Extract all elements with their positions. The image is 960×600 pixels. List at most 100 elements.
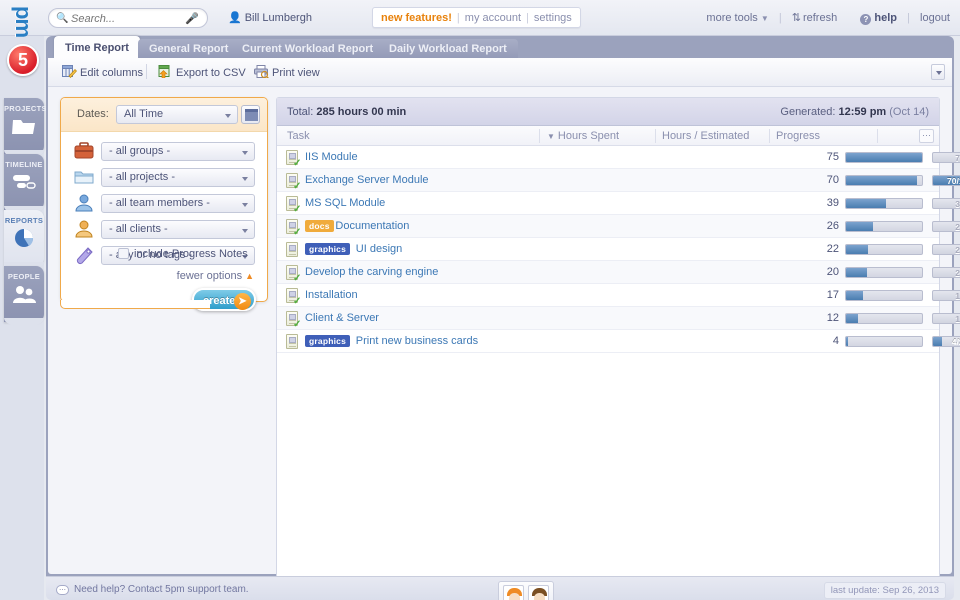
- left-nav-rail: PROJECTS TIMELINE REPORTS PEOPLE: [0, 36, 47, 600]
- hours-estimated-bar: 26: [932, 221, 960, 232]
- table-row[interactable]: ✓docsDocumentation2626100 %: [277, 215, 960, 238]
- hours-spent-bar-fill: [846, 245, 869, 254]
- logout-link[interactable]: logout: [920, 12, 950, 24]
- top-right-tools: more tools ▼ | ⇅ refresh ? help | logout: [706, 11, 950, 25]
- app-logo[interactable]: pm 5: [4, 2, 42, 94]
- task-name-link[interactable]: Exchange Server Module: [305, 174, 429, 186]
- hours-estimated-bar: 22: [932, 244, 960, 255]
- content-card: Time Report General Report Current Workl…: [46, 36, 960, 600]
- task-name-link[interactable]: IIS Module: [305, 151, 358, 163]
- task-hours-spent: 17: [826, 289, 839, 301]
- column-header-progress[interactable]: Progress: [776, 130, 820, 142]
- table-row[interactable]: graphicsPrint new business cards44/2475 …: [277, 330, 960, 353]
- table-row[interactable]: ✓Exchange Server Module7070/100100 %: [277, 169, 960, 192]
- calendar-icon[interactable]: [241, 105, 260, 124]
- task-hours-spent: 39: [826, 197, 839, 209]
- table-row[interactable]: ✓Develop the carving engine2020100 %: [277, 261, 960, 284]
- task-name-link[interactable]: Print new business cards: [356, 335, 478, 347]
- pill-sep-1: |: [456, 12, 460, 24]
- my-account-link[interactable]: my account: [465, 12, 521, 24]
- include-progress-notes-checkbox[interactable]: [118, 248, 129, 259]
- hours-spent-bar-fill: [846, 176, 917, 185]
- help-link[interactable]: help: [874, 12, 897, 24]
- task-name-link[interactable]: Develop the carving engine: [305, 266, 438, 278]
- column-header-hours-estimated[interactable]: Hours / Estimated: [662, 130, 749, 142]
- task-name-link[interactable]: Installation: [305, 289, 358, 301]
- tab-time-report[interactable]: Time Report: [54, 36, 140, 58]
- header-divider-3: [769, 129, 770, 143]
- avatar[interactable]: [503, 585, 524, 600]
- toolbar-dropdown-button[interactable]: [931, 64, 945, 80]
- export-csv-button[interactable]: Export to CSV: [158, 65, 246, 79]
- microphone-icon[interactable]: 🎤: [185, 12, 199, 25]
- settings-link[interactable]: settings: [534, 12, 572, 24]
- task-hours-spent: 12: [826, 312, 839, 324]
- new-features-link[interactable]: new features!: [381, 12, 452, 24]
- refresh-icon[interactable]: ⇅: [792, 12, 801, 24]
- task-name-link[interactable]: MS SQL Module: [305, 197, 385, 209]
- avatar[interactable]: [528, 585, 549, 600]
- report-generated-date: (Oct 14): [889, 106, 929, 118]
- include-progress-notes-row[interactable]: include Progress Notes: [118, 248, 248, 260]
- hours-estimated-bar: 4/24: [932, 336, 960, 347]
- footer-help-label: Need help? Contact 5pm support team.: [74, 584, 249, 595]
- tools-sep-2: [847, 12, 850, 24]
- hours-spent-bar-fill: [846, 337, 848, 346]
- tab-current-workload-report[interactable]: Current Workload Report: [231, 39, 385, 58]
- footer-last-update: last update: Sep 26, 2013: [823, 582, 946, 599]
- task-done-check-icon: ✓: [293, 273, 302, 284]
- groups-select[interactable]: - all groups -: [101, 142, 255, 161]
- task-name-link[interactable]: Documentation: [335, 220, 409, 232]
- ellipsis-icon[interactable]: ⋯: [919, 129, 934, 143]
- rail-notch-4: [4, 318, 44, 327]
- hours-spent-bar-fill: [846, 314, 859, 323]
- hours-estimated-bar: 17: [932, 290, 960, 301]
- task-tag[interactable]: graphics: [305, 243, 351, 255]
- app-window: 🔍 🎤 👤Bill Lumbergh new features! | my acco…: [0, 0, 960, 600]
- column-header-hours-spent[interactable]: ▼ Hours Spent: [547, 130, 619, 142]
- hours-estimated-text: 26: [955, 222, 960, 232]
- sidebar-item-people[interactable]: PEOPLE: [4, 266, 44, 322]
- hours-estimated-bar: 20: [932, 267, 960, 278]
- table-row[interactable]: graphicsUI design222250 %: [277, 238, 960, 261]
- task-name-link[interactable]: UI design: [356, 243, 402, 255]
- task-name-link[interactable]: Client & Server: [305, 312, 379, 324]
- more-tools-link[interactable]: more tools: [706, 12, 757, 24]
- projects-select[interactable]: - all projects -: [101, 168, 255, 187]
- task-tag[interactable]: graphics: [305, 335, 351, 347]
- sidebar-item-projects[interactable]: PROJECTS: [4, 98, 47, 154]
- export-csv-label: Export to CSV: [176, 67, 246, 79]
- footer-help[interactable]: ⋯ Need help? Contact 5pm support team.: [56, 584, 249, 595]
- task-hours-spent: 22: [826, 243, 839, 255]
- people-icon: [11, 283, 37, 309]
- search-icon: 🔍: [56, 13, 69, 24]
- sidebar-item-reports[interactable]: REPORTS: [4, 210, 44, 266]
- table-row[interactable]: ✓IIS Module7575100 %: [277, 146, 960, 169]
- pie-chart-icon: [11, 227, 37, 253]
- edit-columns-button[interactable]: Edit columns: [62, 65, 143, 79]
- clients-select[interactable]: - all clients -: [101, 220, 255, 239]
- pill-sep-2: |: [526, 12, 529, 24]
- current-user[interactable]: 👤 Bill Lumbergh: [228, 11, 312, 24]
- column-header-task[interactable]: Task: [287, 130, 310, 142]
- hours-spent-bar: [845, 198, 923, 209]
- dates-select[interactable]: All Time: [116, 105, 238, 124]
- task-hours-spent: 4: [832, 335, 839, 347]
- user-orange-icon: [73, 219, 95, 239]
- task-tag[interactable]: docs: [305, 220, 334, 232]
- table-row[interactable]: ✓Client & Server1212100 %: [277, 307, 960, 330]
- tab-daily-workload-report[interactable]: Daily Workload Report: [378, 39, 518, 58]
- tab-general-report[interactable]: General Report: [138, 39, 240, 58]
- search-box[interactable]: 🔍 🎤: [48, 8, 208, 28]
- team-members-select[interactable]: - all team members -: [101, 194, 255, 213]
- fewer-options-toggle[interactable]: fewer options ▲: [177, 270, 254, 282]
- print-view-button[interactable]: Print view: [254, 65, 320, 79]
- sidebar-item-timeline[interactable]: TIMELINE: [4, 154, 44, 210]
- search-input[interactable]: [71, 11, 183, 27]
- refresh-link[interactable]: refresh: [803, 12, 837, 24]
- account-links-pill: new features! | my account | settings: [372, 7, 581, 28]
- tag-icon: [73, 245, 95, 265]
- table-row[interactable]: ✓Installation1717100 %: [277, 284, 960, 307]
- table-row[interactable]: ✓MS SQL Module3939100 %: [277, 192, 960, 215]
- table-pencil-icon: [62, 65, 77, 79]
